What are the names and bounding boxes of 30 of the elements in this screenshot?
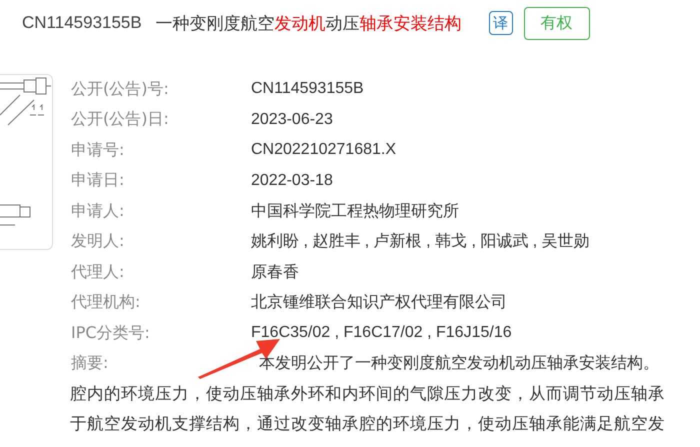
- field-label: 发明人:: [71, 231, 126, 252]
- abstract-text: 于航空发动机支撑结构，通过改变轴承腔的环境压力，使动压轴承能满足航空发: [70, 413, 666, 435]
- field-label: IPC分类号:: [71, 322, 151, 344]
- field-value: F16C35/02 , F16C17/02 , F16J15/16: [251, 324, 513, 342]
- abstract-text: 本发明公开了一种变刚度航空发动机动压轴承安装结构。: [258, 354, 659, 374]
- field-value: 北京锺维联合知识产权代理有限公司: [251, 292, 508, 314]
- field-value: 2023-06-23: [251, 110, 334, 129]
- patent-drawing[interactable]: [0, 74, 53, 250]
- abstract-text: 腔内的环境压力，使动压轴承外环和内环间的气隙压力改变，从而调节动压轴承: [70, 383, 666, 405]
- field-value: 姚利盼 , 赵胜丰 , 卢新根 , 韩戈 , 阳诚武 , 吴世勋: [251, 232, 591, 252]
- translate-button[interactable]: 译: [488, 11, 513, 35]
- field-label: 申请号:: [71, 140, 126, 161]
- field-label: 代理人:: [71, 262, 126, 283]
- field-label: 申请日:: [71, 170, 126, 192]
- patent-number: CN114593155B: [22, 13, 142, 33]
- field-value: 原春香: [251, 262, 300, 283]
- field-value: CN202210271681.X: [251, 141, 398, 160]
- title-text: 动压: [326, 14, 360, 34]
- field-label: 申请人:: [71, 200, 126, 222]
- status-button[interactable]: 有权: [524, 6, 590, 40]
- field-value: CN114593155B: [251, 80, 365, 98]
- highlighted-title-text: 发动机: [274, 14, 326, 34]
- field-value: 中国科学院工程热物理研究所: [251, 202, 460, 222]
- highlighted-title-text: 轴承安装结构: [360, 14, 462, 34]
- field-value: 2022-03-18: [251, 172, 334, 190]
- field-label: 公开(公告)号:: [71, 78, 170, 100]
- field-label: 摘要:: [71, 353, 110, 374]
- field-label: 代理机构:: [71, 292, 142, 314]
- field-label: 公开(公告)日:: [71, 109, 170, 130]
- title-text: 一种变刚度航空: [156, 14, 275, 34]
